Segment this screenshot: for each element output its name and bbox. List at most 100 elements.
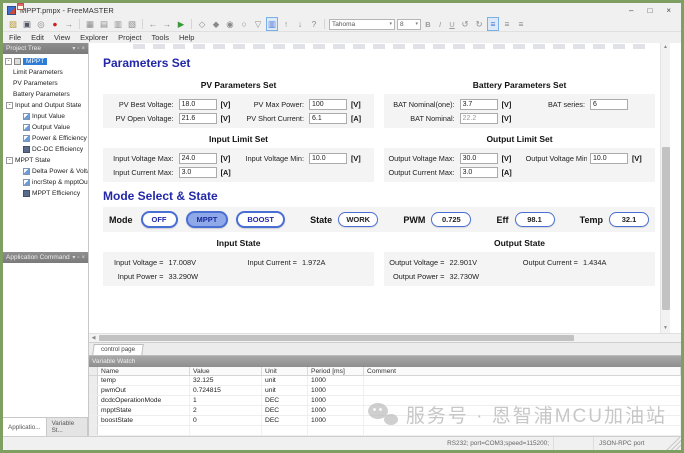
pv-short-current-input[interactable]: [308, 112, 347, 124]
menu-tools[interactable]: Tools: [151, 33, 169, 42]
pin-icon[interactable]: ▽: [252, 18, 264, 30]
mode-boost-button[interactable]: BOOST: [236, 211, 286, 228]
pin-icon[interactable]: ▫: [77, 255, 79, 261]
scroll-down-icon[interactable]: ▼: [663, 324, 668, 333]
output-current-max-input[interactable]: [459, 166, 498, 178]
scroll-up-icon[interactable]: ▲: [663, 43, 668, 52]
menu-explorer[interactable]: Explorer: [80, 33, 108, 42]
output-voltage-min-input[interactable]: [589, 152, 628, 164]
align-center-icon[interactable]: ≡: [501, 18, 513, 30]
menu-help[interactable]: Help: [179, 33, 194, 42]
run-icon[interactable]: ▶: [175, 18, 187, 30]
watch-row-booststate[interactable]: boostState 0 DEC 1000: [89, 416, 681, 426]
tree-item-input-value[interactable]: Input Value: [3, 111, 88, 122]
watch-row-temp[interactable]: temp 32.125 unit 1000: [89, 376, 681, 386]
input-voltage-max-input[interactable]: [178, 152, 217, 164]
watch-row-dcdcoperationmode[interactable]: dcdcOperationMode 1 DEC 1000: [89, 396, 681, 406]
underline-button[interactable]: U: [447, 20, 457, 29]
input-current-max-input[interactable]: [178, 166, 217, 178]
new-recorder-icon[interactable]: ▥: [112, 18, 124, 30]
font-select[interactable]: Tahoma ▾: [329, 18, 395, 30]
horizontal-scrollbar[interactable]: ◀: [89, 333, 681, 342]
col-unit[interactable]: Unit: [262, 367, 308, 375]
columns-view-icon[interactable]: ▥: [266, 17, 278, 31]
back-icon[interactable]: ←: [147, 18, 159, 30]
menu-view[interactable]: View: [54, 33, 70, 42]
scroll-left-icon[interactable]: ◀: [89, 335, 98, 341]
col-comment[interactable]: Comment: [364, 367, 681, 375]
stop-communication-icon[interactable]: ●: [49, 18, 61, 30]
expand-toggle[interactable]: -: [6, 157, 13, 164]
project-grid-icon[interactable]: ▦: [84, 18, 96, 30]
show-icon[interactable]: ◉: [224, 18, 236, 30]
menu-edit[interactable]: Edit: [31, 33, 44, 42]
tree-item-limit-parameters[interactable]: Limit Parameters: [3, 3, 88, 78]
move-down-icon[interactable]: ↓: [294, 18, 306, 30]
collapse-icon[interactable]: ▾: [72, 254, 75, 261]
bat-nominal-one-input[interactable]: [459, 98, 498, 110]
watch-row-pwmout[interactable]: pwmOut 0.724815 unit 1000: [89, 386, 681, 396]
horizontal-scroll-thumb[interactable]: [99, 335, 575, 341]
tree-item-battery-parameters[interactable]: Battery Parameters: [3, 3, 88, 100]
menu-project[interactable]: Project: [118, 33, 141, 42]
bat-series-input[interactable]: [589, 98, 628, 110]
undo-icon[interactable]: ↺: [459, 18, 471, 30]
input-voltage-min-input[interactable]: [308, 152, 347, 164]
move-up-icon[interactable]: ↑: [280, 18, 292, 30]
go-icon[interactable]: →: [63, 18, 75, 30]
close-button[interactable]: ×: [666, 6, 671, 15]
tree-item-power-efficiency[interactable]: Power & Efficiency: [3, 133, 88, 144]
align-right-icon[interactable]: ≡: [515, 18, 527, 30]
tab-variable-stimulus[interactable]: Variable St...: [47, 418, 88, 436]
vertical-scrollbar[interactable]: ▲ ▼: [660, 43, 670, 333]
col-value[interactable]: Value: [190, 367, 262, 375]
save-project-icon[interactable]: ▣: [21, 18, 33, 30]
font-size-select[interactable]: 8 ▾: [397, 18, 421, 30]
pv-max-power-input[interactable]: [308, 98, 347, 110]
col-name[interactable]: Name: [98, 367, 190, 375]
tree-item-pv-parameters[interactable]: PV Parameters: [3, 3, 88, 89]
tree-item-mppt[interactable]: - MPPT: [3, 56, 88, 67]
output-voltage-max-input[interactable]: [459, 152, 498, 164]
watch-row-empty[interactable]: [89, 426, 681, 436]
resize-grip[interactable]: [665, 437, 681, 450]
mode-off-button[interactable]: OFF: [140, 211, 178, 228]
tree-item-delta-power-voltage[interactable]: Delta Power & Voltage: [3, 166, 88, 177]
tree-item-output-value[interactable]: Output Value: [3, 122, 88, 133]
remove-watch-icon[interactable]: ◆: [210, 18, 222, 30]
close-icon[interactable]: ×: [81, 255, 85, 261]
tab-application-commands[interactable]: Applicatio...: [3, 418, 47, 436]
align-left-icon[interactable]: ≡: [487, 17, 499, 31]
pin-icon[interactable]: ▫: [77, 46, 79, 52]
zoom-icon[interactable]: ○: [238, 18, 250, 30]
open-project-icon[interactable]: ▨: [7, 18, 19, 30]
control-page-icon[interactable]: ▧: [126, 18, 138, 30]
tree-item-input-output-state[interactable]: - Input and Output State: [3, 3, 88, 111]
maximize-button[interactable]: □: [647, 6, 652, 15]
bold-button[interactable]: B: [423, 20, 433, 29]
tree-item-mppt-efficiency[interactable]: MPPT Efficiency: [3, 188, 88, 199]
collapse-icon[interactable]: ▾: [72, 45, 75, 52]
expand-toggle[interactable]: -: [6, 102, 13, 109]
watch-row-mpptstate[interactable]: mpptState 2 DEC 1000: [89, 406, 681, 416]
tree-item-incrstep-mpptout[interactable]: incrStep & mpptOut: [3, 177, 88, 188]
add-watch-icon[interactable]: ◇: [196, 18, 208, 30]
expand-toggle[interactable]: -: [5, 58, 12, 65]
vertical-scroll-thumb[interactable]: [662, 147, 670, 310]
communication-options-icon[interactable]: ◎: [35, 18, 47, 30]
minimize-button[interactable]: –: [629, 6, 633, 15]
col-period[interactable]: Period [ms]: [308, 367, 364, 375]
tree-item-dcdc-efficiency[interactable]: DC-DC Efficiency: [3, 144, 88, 155]
italic-button[interactable]: I: [435, 20, 445, 29]
pv-best-voltage-input[interactable]: [178, 98, 217, 110]
pv-open-voltage-input[interactable]: [178, 112, 217, 124]
mode-mppt-button[interactable]: MPPT: [185, 211, 229, 228]
forward-icon[interactable]: →: [161, 18, 173, 30]
close-icon[interactable]: ×: [81, 46, 85, 52]
new-scope-icon[interactable]: ▤: [98, 18, 110, 30]
help-icon[interactable]: ?: [308, 18, 320, 30]
tree-item-mppt-state[interactable]: - MPPT State: [3, 3, 88, 166]
redo-icon[interactable]: ↻: [473, 18, 485, 30]
menu-file[interactable]: File: [9, 33, 21, 42]
tab-control-page[interactable]: control page: [92, 344, 144, 355]
